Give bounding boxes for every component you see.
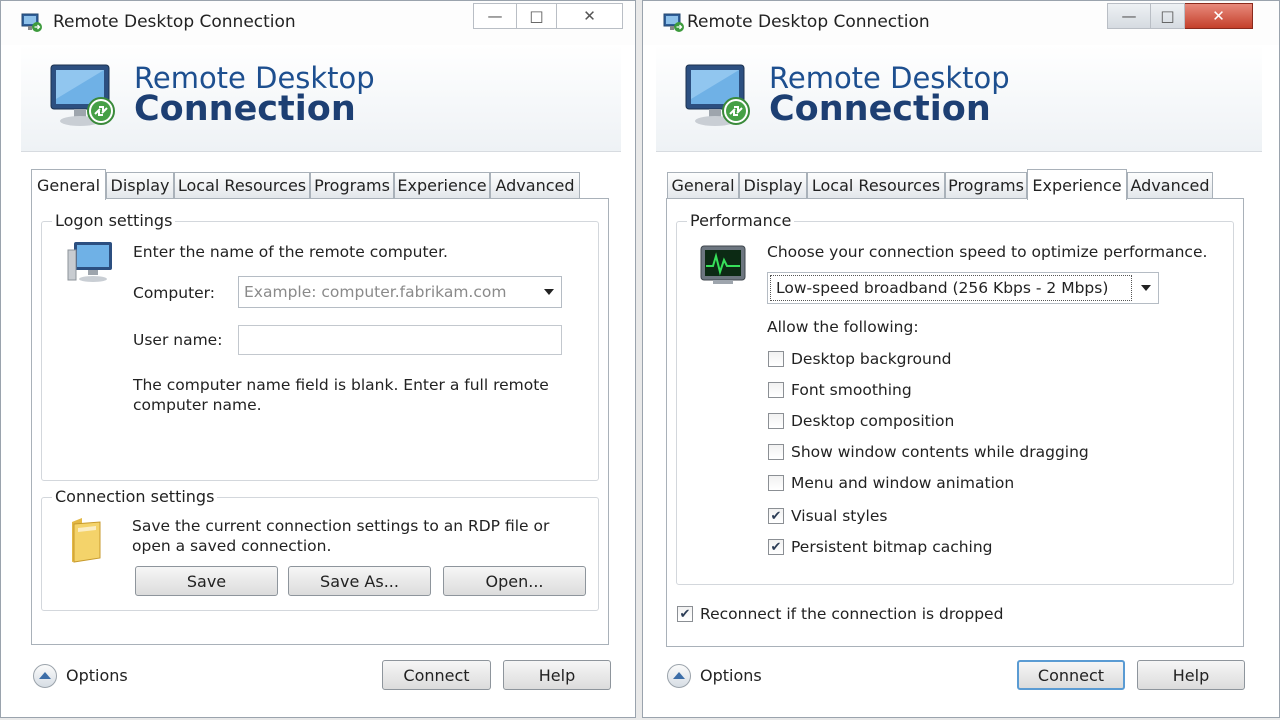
tab-panel-experience: Performance Choose your connection speed…: [666, 198, 1244, 647]
connection-settings-label: Connection settings: [52, 487, 218, 506]
right-window: Remote Desktop Connection — □ ✕ Remote D…: [642, 0, 1280, 718]
monitor-with-connection-icon: [685, 64, 750, 126]
connection-speed-select[interactable]: Low-speed broadband (256 Kbps - 2 Mbps): [767, 272, 1159, 304]
save-button[interactable]: Save: [135, 566, 278, 596]
checkbox-persistent-bitmap-caching[interactable]: ✔: [768, 539, 784, 555]
close-icon: ✕: [583, 7, 596, 25]
header-banner: Remote Desktop Connection: [21, 45, 621, 152]
folder-icon: [72, 518, 101, 563]
minimize-icon: —: [1121, 7, 1137, 25]
window-controls: — □ ✕: [1107, 3, 1253, 29]
desktop-background-label[interactable]: Desktop background: [791, 350, 952, 368]
tab-display[interactable]: Display: [106, 172, 174, 198]
help-button[interactable]: Help: [1137, 660, 1245, 690]
computer-placeholder: Example: computer.fabrikam.com: [244, 283, 507, 301]
username-field[interactable]: [238, 325, 562, 355]
desktop-composition-label[interactable]: Desktop composition: [791, 412, 954, 430]
left-window: Remote Desktop Connection — □ ✕ Remote D…: [0, 0, 636, 718]
checkbox-reconnect[interactable]: ✔: [677, 606, 693, 622]
connection-settings-group: Connection settings Save the current con…: [41, 487, 599, 611]
remote-desktop-icon: [21, 13, 42, 32]
tab-strip: General Display Local Resources Programs…: [31, 169, 591, 200]
tab-general[interactable]: General: [31, 169, 106, 200]
reconnect-label[interactable]: Reconnect if the connection is dropped: [700, 605, 1003, 623]
tab-strip: General Display Local Resources Programs…: [667, 169, 1227, 200]
brand-title-line2: Connection: [769, 89, 991, 129]
font-smoothing-label[interactable]: Font smoothing: [791, 381, 912, 399]
blank-computer-hint: The computer name field is blank. Enter …: [133, 376, 549, 414]
window-title: Remote Desktop Connection: [53, 12, 296, 32]
username-label: User name:: [133, 331, 223, 349]
minimize-button[interactable]: —: [1107, 3, 1151, 29]
tab-advanced[interactable]: Advanced: [1127, 172, 1213, 198]
chevron-up-icon: [673, 671, 685, 679]
checkbox-visual-styles[interactable]: ✔: [768, 508, 784, 524]
minimize-button[interactable]: —: [473, 3, 517, 29]
maximize-icon: □: [529, 7, 544, 25]
title-bar[interactable]: Remote Desktop Connection — □ ✕: [643, 1, 1279, 45]
performance-intro: Choose your connection speed to optimize…: [767, 243, 1208, 261]
maximize-icon: □: [1160, 7, 1175, 25]
computer-icon: [67, 242, 112, 282]
checkbox-show-window-contents[interactable]: [768, 444, 784, 460]
maximize-button[interactable]: □: [1151, 3, 1185, 29]
allow-following-label: Allow the following:: [767, 318, 919, 336]
tab-display[interactable]: Display: [739, 172, 807, 198]
computer-combobox[interactable]: Example: computer.fabrikam.com: [238, 276, 562, 308]
persistent-bitmap-caching-label[interactable]: Persistent bitmap caching: [791, 538, 993, 556]
tab-general[interactable]: General: [667, 172, 739, 198]
save-as-button[interactable]: Save As...: [288, 566, 431, 596]
minimize-icon: —: [487, 7, 503, 25]
close-icon: ✕: [1212, 7, 1225, 25]
close-button[interactable]: ✕: [557, 3, 623, 29]
tab-experience[interactable]: Experience: [394, 172, 490, 198]
connect-button[interactable]: Connect: [1017, 660, 1125, 690]
checkbox-font-smoothing[interactable]: [768, 382, 784, 398]
menu-window-animation-label[interactable]: Menu and window animation: [791, 474, 1014, 492]
options-label[interactable]: Options: [700, 666, 762, 686]
title-bar[interactable]: Remote Desktop Connection — □ ✕: [1, 1, 635, 45]
tab-programs[interactable]: Programs: [945, 172, 1027, 198]
visual-styles-label[interactable]: Visual styles: [791, 507, 887, 525]
monitor-with-connection-icon: [50, 64, 115, 126]
logon-settings-group: Logon settings Enter the name of the rem…: [41, 211, 599, 481]
close-button[interactable]: ✕: [1185, 3, 1253, 29]
help-button[interactable]: Help: [503, 660, 611, 690]
performance-group: Performance Choose your connection speed…: [676, 211, 1234, 585]
tab-experience[interactable]: Experience: [1027, 169, 1127, 200]
show-window-contents-label[interactable]: Show window contents while dragging: [791, 443, 1089, 461]
tab-panel-general: Logon settings Enter the name of the rem…: [31, 198, 609, 645]
open-button[interactable]: Open...: [443, 566, 586, 596]
header-banner: Remote Desktop Connection: [656, 45, 1262, 152]
maximize-button[interactable]: □: [517, 3, 557, 29]
tab-local-resources[interactable]: Local Resources: [174, 172, 310, 198]
connection-settings-text: Save the current connection settings to …: [132, 517, 550, 555]
options-toggle-button[interactable]: [33, 664, 57, 688]
computer-label: Computer:: [133, 284, 216, 302]
tab-local-resources[interactable]: Local Resources: [807, 172, 945, 198]
chevron-down-icon[interactable]: [537, 277, 561, 307]
window-title: Remote Desktop Connection: [687, 12, 930, 32]
tab-advanced[interactable]: Advanced: [490, 172, 580, 198]
checkbox-desktop-background[interactable]: [768, 351, 784, 367]
remote-desktop-icon: [663, 13, 684, 32]
checkbox-menu-window-animation[interactable]: [768, 475, 784, 491]
options-label[interactable]: Options: [66, 666, 128, 686]
connect-button[interactable]: Connect: [382, 660, 491, 690]
chevron-up-icon: [39, 671, 51, 679]
chevron-down-icon[interactable]: [1134, 273, 1158, 303]
connection-speed-value: Low-speed broadband (256 Kbps - 2 Mbps): [770, 275, 1132, 301]
window-controls: — □ ✕: [473, 3, 623, 29]
logon-settings-label: Logon settings: [52, 211, 176, 230]
logon-intro-text: Enter the name of the remote computer.: [133, 243, 448, 261]
performance-monitor-icon: [700, 245, 746, 284]
performance-label: Performance: [687, 211, 795, 230]
options-toggle-button[interactable]: [667, 664, 691, 688]
brand-title-line2: Connection: [134, 89, 356, 129]
tab-programs[interactable]: Programs: [310, 172, 394, 198]
checkbox-desktop-composition[interactable]: [768, 413, 784, 429]
